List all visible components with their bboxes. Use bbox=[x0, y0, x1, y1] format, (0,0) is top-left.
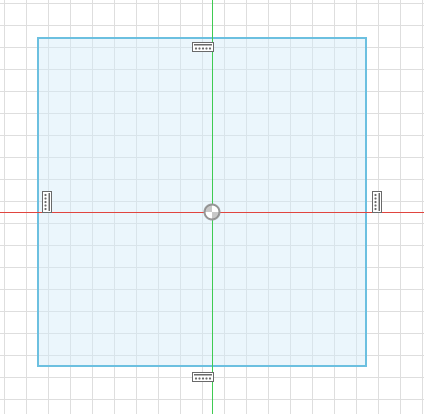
origin-point-icon[interactable] bbox=[203, 203, 221, 221]
vertical-constraint-icon[interactable] bbox=[372, 191, 382, 213]
vertical-constraint-icon[interactable] bbox=[42, 191, 52, 213]
sketch-rectangle[interactable] bbox=[37, 37, 367, 367]
horizontal-constraint-icon[interactable] bbox=[192, 372, 214, 382]
sketch-canvas[interactable] bbox=[0, 0, 424, 414]
horizontal-constraint-icon[interactable] bbox=[192, 42, 214, 52]
